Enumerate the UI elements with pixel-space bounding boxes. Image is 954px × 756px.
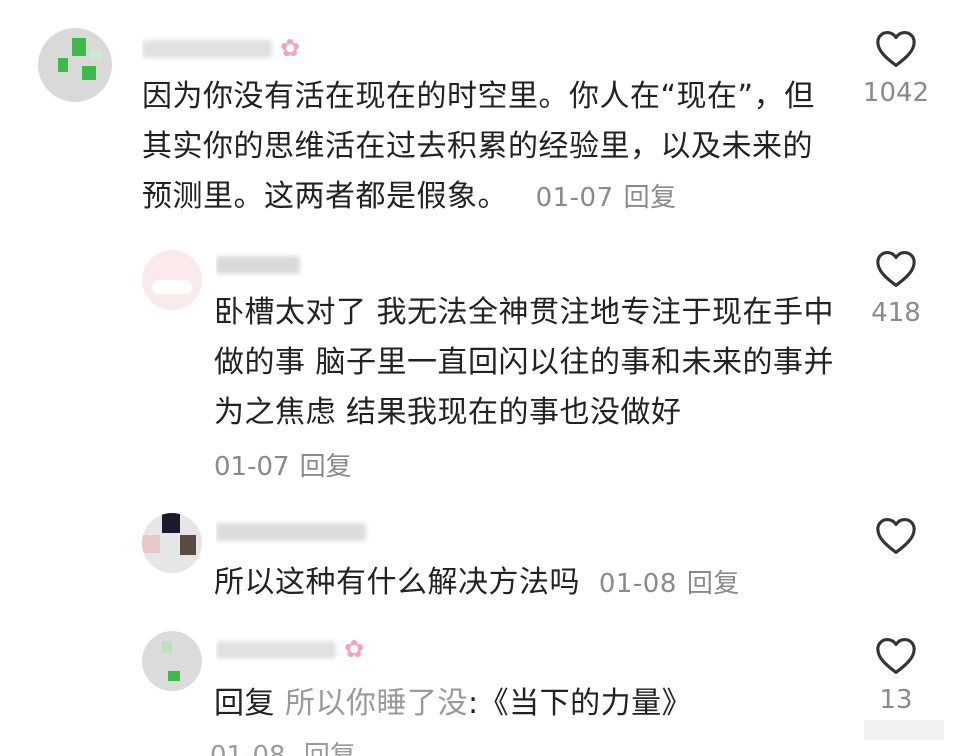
comment-date: 01-07: [535, 183, 614, 213]
watermark: [864, 720, 944, 740]
comment-meta: 01-08 回复: [210, 736, 356, 756]
reply-item: 卧槽太对了 我无法全神贯注地专注于现在手中做的事 脑子里一直回闪以往的事和未来的…: [0, 240, 954, 490]
like-button[interactable]: 1042: [856, 30, 936, 108]
avatar[interactable]: [142, 513, 202, 573]
comment-body: 所以这种有什么解决方法吗: [214, 565, 580, 600]
reply-prefix: 回复: [214, 686, 275, 721]
reply-button[interactable]: 回复: [304, 741, 356, 756]
like-count: 1042: [862, 78, 930, 108]
avatar[interactable]: [142, 250, 202, 310]
reply-button[interactable]: 回复: [300, 452, 352, 482]
heart-outline-icon: [876, 31, 916, 67]
heart-outline-icon: [876, 638, 916, 674]
comment-date: 01-07: [214, 452, 290, 482]
comment-meta: 01-07 回复: [518, 183, 677, 213]
reply-button[interactable]: 回复: [687, 569, 740, 599]
comment-text: 因为你没有活在现在的时空里。你人在“现在”，但其实你的思维活在过去积累的经验里，…: [142, 72, 842, 223]
like-button[interactable]: 13: [856, 637, 936, 715]
cherry-blossom-icon: ✿: [344, 637, 365, 663]
comment-meta: 01-07 回复: [214, 446, 352, 483]
like-count: 418: [871, 298, 921, 328]
like-button[interactable]: 418: [856, 250, 936, 328]
comment-body: 因为你没有活在现在的时空里。你人在“现在”，但其实你的思维活在过去积累的经验里，…: [142, 79, 815, 214]
avatar[interactable]: [38, 28, 112, 102]
username[interactable]: [216, 252, 336, 278]
cherry-blossom-icon: ✿: [280, 36, 301, 62]
comment-date: 01-08: [210, 741, 286, 756]
like-count: 13: [879, 685, 913, 715]
comment-text: 卧槽太对了 我无法全神贯注地专注于现在手中做的事 脑子里一直回闪以往的事和未来的…: [214, 288, 839, 438]
comment-meta: 01-08 回复: [590, 569, 740, 599]
comment-text: 所以这种有什么解决方法吗 01-08 回复: [214, 558, 834, 609]
comment-text: 回复 所以你睡了没:《当下的力量》: [214, 679, 834, 729]
avatar[interactable]: [142, 631, 202, 691]
reply-item: ✿ 回复 所以你睡了没:《当下的力量》 13: [0, 625, 954, 752]
username[interactable]: [216, 519, 416, 545]
comment-item: ✿ 因为你没有活在现在的时空里。你人在“现在”，但其实你的思维活在过去积累的经验…: [0, 0, 954, 230]
comment-body: 卧槽太对了 我无法全神贯注地专注于现在手中做的事 脑子里一直回闪以往的事和未来的…: [214, 295, 835, 430]
comment-date: 01-08: [598, 569, 677, 599]
heart-outline-icon: [876, 518, 916, 554]
username[interactable]: ✿: [216, 637, 416, 663]
heart-outline-icon: [876, 251, 916, 287]
username[interactable]: ✿: [142, 36, 342, 62]
reply-button[interactable]: 回复: [624, 183, 677, 213]
reply-to-username[interactable]: 所以你睡了没: [285, 686, 468, 721]
comment-body: :《当下的力量》: [468, 686, 693, 721]
like-button[interactable]: [856, 517, 936, 565]
reply-item: 所以这种有什么解决方法吗 01-08 回复: [0, 505, 954, 615]
